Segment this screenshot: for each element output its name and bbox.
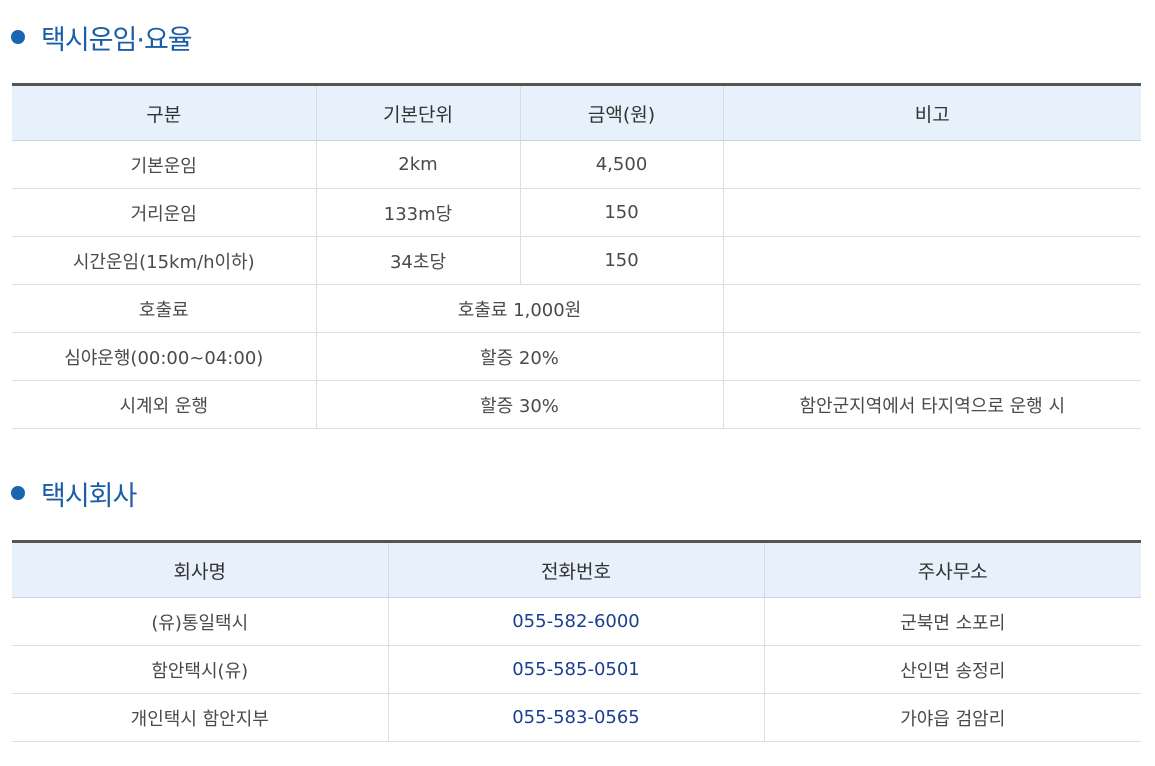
fare-merged-cell: 할증 20%: [315, 332, 723, 381]
company-name-cell: (유)통일택시: [12, 597, 388, 646]
fare-unit-cell: 133m당: [315, 188, 520, 237]
fare-unit-cell: 34초당: [315, 236, 520, 285]
company-header-office: 주사무소: [763, 541, 1141, 598]
company-phone-link[interactable]: 055-583-0565: [387, 693, 764, 742]
company-section-title: 택시회사: [11, 473, 137, 513]
fare-amount-cell: 150: [519, 188, 723, 237]
fare-section-title-text: 택시운임·요율: [41, 24, 193, 56]
fare-note-cell: [722, 332, 1141, 381]
fare-table: 구분 기본단위 금액(원) 비고 기본운임 2km 4,500 거리운임 133…: [12, 83, 1141, 429]
company-phone-link[interactable]: 055-582-6000: [387, 597, 764, 646]
table-row: 개인택시 함안지부 055-583-0565 가야읍 검암리: [12, 693, 1141, 742]
fare-header-note: 비고: [722, 84, 1141, 141]
company-section-title-text: 택시회사: [41, 480, 137, 512]
fare-merged-cell: 할증 30%: [315, 380, 723, 429]
fare-category-cell: 심야운행(00:00~04:00): [12, 332, 316, 381]
fare-unit-cell: 2km: [315, 140, 520, 189]
company-header-name: 회사명: [12, 541, 388, 598]
fare-note-cell: [722, 140, 1141, 189]
company-name-cell: 개인택시 함안지부: [12, 693, 388, 742]
table-row: 함안택시(유) 055-585-0501 산인면 송정리: [12, 645, 1141, 694]
fare-section-title: 택시운임·요율: [11, 17, 193, 57]
table-row: 시간운임(15km/h이하) 34초당 150: [12, 236, 1141, 285]
table-row: (유)통일택시 055-582-6000 군북면 소포리: [12, 597, 1141, 646]
company-table-header-row: 회사명 전화번호 주사무소: [12, 541, 1141, 598]
fare-amount-cell: 150: [519, 236, 723, 285]
fare-table-header-row: 구분 기본단위 금액(원) 비고: [12, 84, 1141, 141]
fare-category-cell: 시간운임(15km/h이하): [12, 236, 316, 285]
fare-amount-cell: 4,500: [519, 140, 723, 189]
company-phone-link[interactable]: 055-585-0501: [387, 645, 764, 694]
company-header-phone: 전화번호: [387, 541, 764, 598]
company-table: 회사명 전화번호 주사무소 (유)통일택시 055-582-6000 군북면 소…: [12, 540, 1141, 742]
bullet-icon: [11, 486, 25, 500]
fare-category-cell: 거리운임: [12, 188, 316, 237]
fare-header-unit: 기본단위: [315, 84, 520, 141]
fare-note-cell: [722, 188, 1141, 237]
table-row: 거리운임 133m당 150: [12, 188, 1141, 237]
fare-merged-cell: 호출료 1,000원: [315, 284, 723, 333]
table-row: 심야운행(00:00~04:00) 할증 20%: [12, 332, 1141, 381]
fare-category-cell: 기본운임: [12, 140, 316, 189]
table-row: 기본운임 2km 4,500: [12, 140, 1141, 189]
company-office-cell: 군북면 소포리: [763, 597, 1141, 646]
fare-header-category: 구분: [12, 84, 316, 141]
company-name-cell: 함안택시(유): [12, 645, 388, 694]
fare-category-cell: 호출료: [12, 284, 316, 333]
bullet-icon: [11, 30, 25, 44]
company-office-cell: 산인면 송정리: [763, 645, 1141, 694]
company-office-cell: 가야읍 검암리: [763, 693, 1141, 742]
fare-header-amount: 금액(원): [519, 84, 723, 141]
fare-note-cell: 함안군지역에서 타지역으로 운행 시: [722, 380, 1141, 429]
fare-note-cell: [722, 236, 1141, 285]
fare-category-cell: 시계외 운행: [12, 380, 316, 429]
table-row: 호출료 호출료 1,000원: [12, 284, 1141, 333]
table-row: 시계외 운행 할증 30% 함안군지역에서 타지역으로 운행 시: [12, 380, 1141, 429]
fare-note-cell: [722, 284, 1141, 333]
